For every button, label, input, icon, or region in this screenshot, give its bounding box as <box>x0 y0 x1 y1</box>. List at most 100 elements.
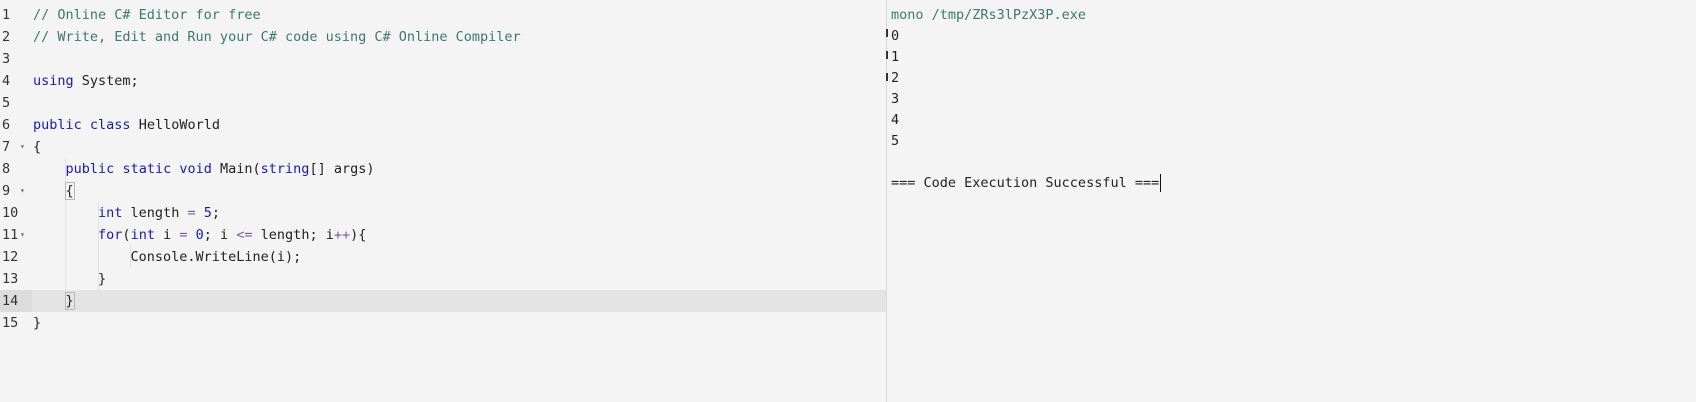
fold-arrow-icon[interactable]: ▾ <box>20 224 25 246</box>
line-number: 15 <box>2 315 19 331</box>
output-line: 5 <box>891 133 900 149</box>
line-number: 2 <box>2 29 11 45</box>
line-number: 13 <box>2 271 19 287</box>
pane-divider[interactable] <box>886 0 887 402</box>
line-number: 8 <box>2 161 11 177</box>
code-token: length; i <box>252 227 334 243</box>
line-number: 9 <box>2 183 11 199</box>
code-line[interactable]: 6 public class HelloWorld <box>0 114 886 136</box>
code-token: public <box>65 161 115 177</box>
code-line[interactable]: 3 <box>0 48 886 70</box>
code-token: public <box>33 117 82 133</box>
code-token: static <box>122 161 172 177</box>
code-text: { <box>33 180 75 202</box>
line-number: 14 <box>0 290 32 312</box>
output-line: 4 <box>891 112 900 128</box>
code-token: { <box>33 139 42 155</box>
code-line[interactable]: 4 using System; <box>0 70 886 92</box>
code-token: length <box>122 205 188 221</box>
code-token: ; <box>211 205 221 221</box>
code-editor[interactable]: 1 // Online C# Editor for free 2 // Write, … <box>0 0 886 402</box>
code-line[interactable]: 11 ▾ for(int i = 0; i <= length; i++){ <box>0 224 886 246</box>
matched-brace: } <box>64 292 75 310</box>
code-line[interactable]: 2 // Write, Edit and Run your C# code usi… <box>0 26 886 48</box>
code-line[interactable]: 13 } <box>0 268 886 290</box>
line-number: 3 <box>2 51 11 67</box>
code-text: int length = 5; <box>33 202 220 224</box>
code-token: for <box>98 227 123 243</box>
code-line-active[interactable]: 14 } <box>0 290 886 312</box>
code-token: int <box>130 227 155 243</box>
line-number: 6 <box>2 117 11 133</box>
line-number: 1 <box>2 7 11 23</box>
code-line[interactable]: 15} <box>0 312 886 334</box>
code-token: // Online C# Editor for free <box>33 7 261 23</box>
code-text: using System; <box>33 70 139 92</box>
output-console[interactable]: mono /tmp/ZRs3lPzX3P.exe 0 1 2 3 4 5 ===… <box>891 0 1696 402</box>
output-status-line: === Code Execution Successful === <box>891 172 1162 194</box>
fold-arrow-icon[interactable]: ▾ <box>20 136 25 158</box>
code-token: using <box>33 73 74 89</box>
code-line[interactable]: 8 public static void Main(string[] args) <box>0 158 886 180</box>
code-text: } <box>33 268 106 290</box>
code-token: ; i <box>203 227 237 243</box>
line-number: 10 <box>2 205 19 221</box>
code-token: ++ <box>333 227 351 243</box>
code-text: } <box>33 312 41 334</box>
line-number: 7 <box>2 139 11 155</box>
code-line[interactable]: 10 int length = 5; <box>0 202 886 224</box>
code-text: Console.WriteLine(i); <box>33 246 302 268</box>
code-line[interactable]: 7 ▾ { <box>0 136 886 158</box>
code-text: // Write, Edit and Run your C# code usin… <box>33 26 521 48</box>
code-line[interactable]: 9 ▾ { <box>0 180 886 202</box>
code-token: Main( <box>211 161 261 177</box>
line-number: 11 <box>2 227 19 243</box>
code-line[interactable]: 12 Console.WriteLine(i); <box>0 246 886 268</box>
code-token: int <box>98 205 123 221</box>
scroll-marker <box>886 51 888 59</box>
output-line: 2 <box>891 70 900 86</box>
output-line: 3 <box>891 91 900 107</box>
code-token: i <box>154 227 180 243</box>
code-text: { <box>33 136 41 158</box>
code-text: for(int i = 0; i <= length; i++){ <box>33 224 366 246</box>
line-number: 12 <box>2 249 19 265</box>
code-token: string <box>260 161 310 177</box>
code-line[interactable]: 5 <box>0 92 886 114</box>
text-cursor <box>1160 174 1162 192</box>
line-number: 4 <box>2 73 11 89</box>
code-token: } <box>33 271 107 287</box>
matched-brace: { <box>64 182 75 200</box>
code-token: } <box>33 315 42 331</box>
fold-arrow-icon[interactable]: ▾ <box>20 180 25 202</box>
code-text: public class HelloWorld <box>33 114 220 136</box>
code-token: ){ <box>350 227 367 243</box>
code-token: HelloWorld <box>130 117 220 133</box>
code-token: [] args) <box>309 161 375 177</box>
code-token: class <box>89 117 131 133</box>
code-token: <= <box>236 227 253 243</box>
output-line: 0 <box>891 28 900 44</box>
execution-status: === Code Execution Successful === <box>891 175 1160 191</box>
code-token: ( <box>122 227 131 243</box>
code-token: System; <box>73 73 139 89</box>
scroll-marker <box>886 29 888 37</box>
code-text: } <box>33 290 75 312</box>
code-text: public static void Main(string[] args) <box>33 158 375 180</box>
code-token: = <box>187 205 196 221</box>
scroll-marker <box>886 73 888 81</box>
code-line[interactable]: 1 // Online C# Editor for free <box>0 4 886 26</box>
code-token: 5 <box>203 205 212 221</box>
code-token: 0 <box>195 227 204 243</box>
line-number: 5 <box>2 95 11 111</box>
code-token: void <box>179 161 212 177</box>
output-command: mono /tmp/ZRs3lPzX3P.exe <box>891 7 1087 23</box>
